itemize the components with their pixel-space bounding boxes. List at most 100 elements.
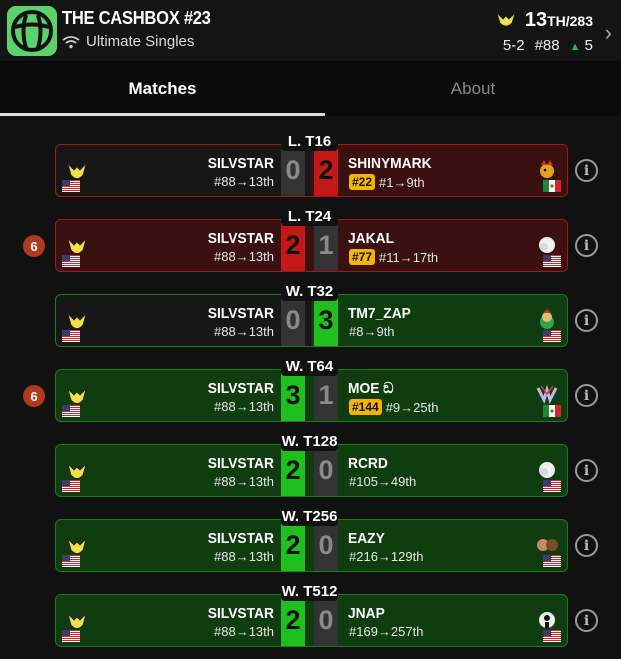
match-card[interactable] bbox=[55, 219, 568, 272]
us-flag-icon bbox=[543, 254, 561, 267]
opponent-name[interactable]: JAKAL bbox=[348, 230, 394, 247]
opponent-seed-line: #11→17th bbox=[379, 249, 439, 265]
seed: #88 bbox=[534, 37, 560, 54]
player-score: 3 bbox=[281, 370, 305, 421]
opponent-score: 0 bbox=[314, 520, 338, 571]
player-score: 2 bbox=[281, 445, 305, 496]
info-icon[interactable]: i bbox=[575, 234, 598, 257]
tab-about[interactable]: About bbox=[325, 61, 621, 116]
match-row[interactable]: 6 L. T24 2 1 SILVSTAR #88→13th JAKAL #77 #11→17t… bbox=[0, 197, 621, 272]
opponent-seed-line: #105→49th bbox=[349, 474, 417, 489]
opponent-seed-line: #9→25th bbox=[385, 399, 439, 415]
player-seed: #88→13th bbox=[214, 249, 274, 264]
opponent-seed: #8→9th bbox=[349, 324, 395, 339]
us-flag-icon bbox=[543, 479, 561, 492]
opponent-seed: #216→129th bbox=[349, 549, 423, 564]
us-flag-icon bbox=[62, 404, 80, 417]
info-icon[interactable]: i bbox=[575, 309, 598, 332]
player-seed: #88→13th bbox=[214, 324, 274, 339]
bowser-character-icon bbox=[536, 159, 558, 181]
pichu-character-icon bbox=[496, 12, 516, 27]
arrow-up-icon: ▲ bbox=[569, 41, 581, 53]
info-icon[interactable]: i bbox=[575, 159, 598, 182]
round-label: W. T512 bbox=[281, 581, 338, 601]
dq-count-badge: 6 bbox=[23, 385, 45, 407]
us-flag-icon bbox=[543, 554, 561, 567]
player-score: 2 bbox=[281, 520, 305, 571]
match-card[interactable] bbox=[55, 444, 568, 497]
match-row[interactable]: 6 W. T64 3 1 SILVSTAR #88→13th MOE ඞ #144 #9→25t… bbox=[0, 347, 621, 422]
match-row[interactable]: W. T32 0 3 SILVSTAR #88→13th TM7_ZAP #8→9th i bbox=[0, 272, 621, 347]
match-card[interactable] bbox=[55, 369, 568, 422]
opponent-seed: #77 #11→17th bbox=[349, 249, 438, 265]
player-name: SILVSTAR bbox=[207, 155, 274, 172]
player-seed: #88→13th bbox=[214, 624, 274, 639]
opponent-seed-line: #8→9th bbox=[349, 324, 395, 339]
player-seed: #88→13th bbox=[214, 174, 274, 189]
info-icon[interactable]: i bbox=[575, 534, 598, 557]
smash-ball-icon bbox=[11, 10, 53, 52]
event-header[interactable]: THE CASHBOX #23 Ultimate Singles 13TH/28… bbox=[0, 0, 621, 60]
us-flag-icon bbox=[543, 329, 561, 342]
us-flag-icon bbox=[62, 329, 80, 342]
chevron-right-icon[interactable]: › bbox=[605, 20, 612, 46]
us-flag-icon bbox=[62, 479, 80, 492]
opponent-score: 0 bbox=[314, 445, 338, 496]
bowser-jr-character-icon bbox=[536, 309, 558, 331]
opponent-seed-badge: #22 bbox=[349, 174, 376, 190]
match-row[interactable]: L. T16 0 2 SILVSTAR #88→13th SHINYMARK #22 #1→9… bbox=[0, 122, 621, 197]
match-row[interactable]: W. T256 2 0 SILVSTAR #88→13th EAZY #216→129th i bbox=[0, 497, 621, 572]
opponent-seed: #169→257th bbox=[349, 624, 423, 639]
match-card[interactable] bbox=[55, 519, 568, 572]
opponent-name[interactable]: RCRD bbox=[348, 455, 388, 472]
match-card[interactable] bbox=[55, 294, 568, 347]
info-icon[interactable]: i bbox=[575, 609, 598, 632]
round-label: W. T64 bbox=[281, 356, 338, 376]
opponent-name[interactable]: TM7_ZAP bbox=[348, 305, 411, 322]
opponent-score: 1 bbox=[314, 370, 338, 421]
player-seed: #88→13th bbox=[214, 474, 274, 489]
event-subtitle: Ultimate Singles bbox=[86, 33, 195, 50]
round-label: L. T24 bbox=[281, 206, 338, 226]
event-logo bbox=[7, 6, 57, 56]
player-name: SILVSTAR bbox=[207, 380, 274, 397]
opponent-name[interactable]: SHINYMARK bbox=[348, 155, 432, 172]
player-score: 0 bbox=[281, 145, 305, 196]
opponent-seed-badge: #144 bbox=[349, 399, 382, 415]
opponent-score: 1 bbox=[314, 220, 338, 271]
placement: 13TH/283 bbox=[524, 8, 593, 31]
opponent-name[interactable]: JNAP bbox=[348, 605, 385, 622]
opponent-seed: #105→49th bbox=[349, 474, 416, 489]
match-card[interactable] bbox=[55, 594, 568, 647]
online-wifi-icon bbox=[62, 35, 80, 48]
duo-character-icon bbox=[536, 534, 558, 556]
opponent-score: 3 bbox=[314, 295, 338, 346]
opponent-name[interactable]: MOE ඞ bbox=[348, 380, 393, 397]
match-card[interactable] bbox=[55, 144, 568, 197]
opponent-name[interactable]: EAZY bbox=[348, 530, 385, 547]
mewtwo-character-icon bbox=[536, 384, 558, 406]
round-label: L. T16 bbox=[281, 131, 338, 151]
opponent-seed: #144 #9→25th bbox=[349, 399, 438, 415]
match-row[interactable]: W. T128 2 0 SILVSTAR #88→13th RCRD #105→49th i bbox=[0, 422, 621, 497]
player-name: SILVSTAR bbox=[207, 605, 274, 622]
event-title: THE CASHBOX #23 bbox=[62, 8, 211, 28]
tab-bar: Matches About bbox=[0, 61, 621, 116]
tab-matches[interactable]: Matches bbox=[0, 61, 325, 116]
dq-count-badge: 6 bbox=[23, 235, 45, 257]
opponent-seed-line: #216→129th bbox=[349, 549, 424, 564]
info-icon[interactable]: i bbox=[575, 459, 598, 482]
match-row[interactable]: W. T512 2 0 SILVSTAR #88→13th JNAP #169→257th i bbox=[0, 572, 621, 647]
info-icon[interactable]: i bbox=[575, 384, 598, 407]
opponent-score: 0 bbox=[314, 595, 338, 646]
player-name: SILVSTAR bbox=[207, 230, 274, 247]
opponent-seed: #22 #1→9th bbox=[349, 174, 425, 190]
us-flag-icon bbox=[62, 179, 80, 192]
round-label: W. T32 bbox=[281, 281, 338, 301]
us-flag-icon bbox=[62, 554, 80, 567]
opponent-seed-badge: #77 bbox=[349, 249, 376, 265]
us-flag-icon bbox=[543, 629, 561, 642]
player-score: 0 bbox=[281, 295, 305, 346]
us-flag-icon bbox=[62, 629, 80, 642]
round-label: W. T256 bbox=[281, 506, 338, 526]
